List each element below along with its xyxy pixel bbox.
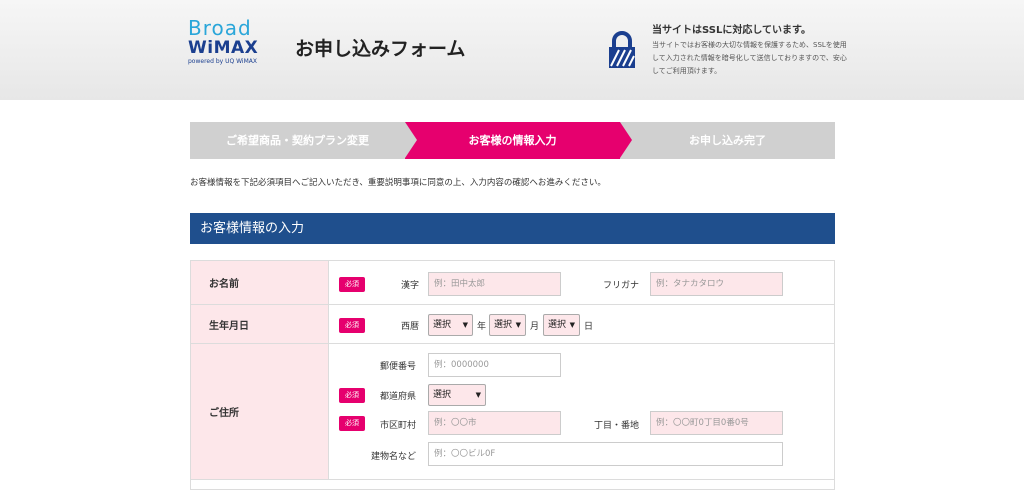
logo-wimax-text: WiMAX — [188, 38, 259, 58]
logo-broad-text: Broad — [188, 16, 252, 40]
birth-year-select[interactable]: 選択 ▼ — [428, 314, 473, 336]
building-input[interactable]: 例：〇〇ビル0F — [428, 442, 783, 466]
chevron-down-icon: ▼ — [475, 391, 481, 399]
step-complete: お申し込み完了 — [620, 122, 835, 159]
row-name: お名前 必須 漢字 例：田中太郎 フリガナ 例：タナカタロウ — [191, 261, 834, 305]
row-address: ご住所 郵便番号 例：0000000 必須 都道府県 選択 ▼ 必須 市区町村 … — [191, 344, 834, 480]
postal-code-input[interactable]: 例：0000000 — [428, 353, 561, 377]
lock-icon — [605, 30, 639, 70]
birth-day-select[interactable]: 選択 ▼ — [543, 314, 580, 336]
ssl-description: 当サイトではお客様の大切な情報を保護するため、SSLを使用して入力された情報を暗… — [652, 41, 847, 75]
street-label: 丁目・番地 — [594, 421, 640, 431]
required-badge: 必須 — [339, 318, 365, 333]
row-birthdate: 生年月日 必須 西暦 選択 ▼ 年 選択 ▼ 月 選択 ▼ 日 — [191, 305, 834, 344]
year-unit: 年 — [477, 322, 487, 332]
furigana-label: フリガナ — [603, 281, 640, 291]
chevron-down-icon: ▼ — [515, 321, 521, 329]
broad-wimax-logo[interactable]: Broad WiMAX powered by UQ WiMAX — [188, 18, 268, 66]
birth-day-value: 選択 — [548, 320, 567, 330]
intro-text: お客様情報を下記必須項目へご記入いただき、重要説明事項に同意の上、入力内容の確認… — [190, 178, 606, 188]
birth-month-value: 選択 — [494, 320, 513, 330]
prefecture-label: 都道府県 — [380, 392, 417, 402]
city-input[interactable]: 例：〇〇市 — [428, 411, 561, 435]
street-input[interactable]: 例：〇〇町0丁目0番0号 — [650, 411, 783, 435]
section-title: お客様情報の入力 — [190, 213, 835, 244]
birth-month-select[interactable]: 選択 ▼ — [489, 314, 526, 336]
step-plan-change: ご希望商品・契約プラン変更 — [190, 122, 405, 159]
month-unit: 月 — [530, 322, 540, 332]
required-badge: 必須 — [339, 277, 365, 292]
name-furigana-input[interactable]: 例：タナカタロウ — [650, 272, 783, 296]
page-title: お申し込みフォーム — [295, 38, 466, 60]
chevron-down-icon: ▼ — [462, 321, 468, 329]
required-badge: 必須 — [339, 388, 365, 403]
day-unit: 日 — [584, 322, 594, 332]
progress-steps: ご希望商品・契約プラン変更 お客様の情報入力 お申し込み完了 — [190, 122, 835, 159]
building-label: 建物名など — [371, 452, 417, 462]
site-header: Broad WiMAX powered by UQ WiMAX お申し込みフォー… — [0, 0, 1024, 100]
kanji-label: 漢字 — [401, 281, 420, 291]
customer-form: お名前 必須 漢字 例：田中太郎 フリガナ 例：タナカタロウ 生年月日 必須 西… — [190, 260, 835, 490]
required-badge: 必須 — [339, 416, 365, 431]
prefecture-select[interactable]: 選択 ▼ — [428, 384, 486, 406]
row-label-address: ご住所 — [191, 344, 329, 479]
birth-year-value: 選択 — [433, 320, 452, 330]
prefecture-value: 選択 — [433, 390, 452, 400]
step-customer-info: お客様の情報入力 — [405, 122, 620, 159]
logo-powered-text: powered by UQ WiMAX — [188, 58, 257, 65]
chevron-down-icon: ▼ — [569, 321, 575, 329]
step-arrow — [620, 122, 632, 158]
postal-label: 郵便番号 — [380, 362, 417, 372]
ssl-title: 当サイトはSSLに対応しています。 — [652, 25, 812, 36]
row-label-name: お名前 — [191, 261, 329, 304]
row-label-birthdate: 生年月日 — [191, 305, 329, 343]
step-arrow — [405, 122, 417, 158]
city-label: 市区町村 — [380, 421, 417, 431]
name-kanji-input[interactable]: 例：田中太郎 — [428, 272, 561, 296]
era-label: 西暦 — [401, 322, 420, 332]
